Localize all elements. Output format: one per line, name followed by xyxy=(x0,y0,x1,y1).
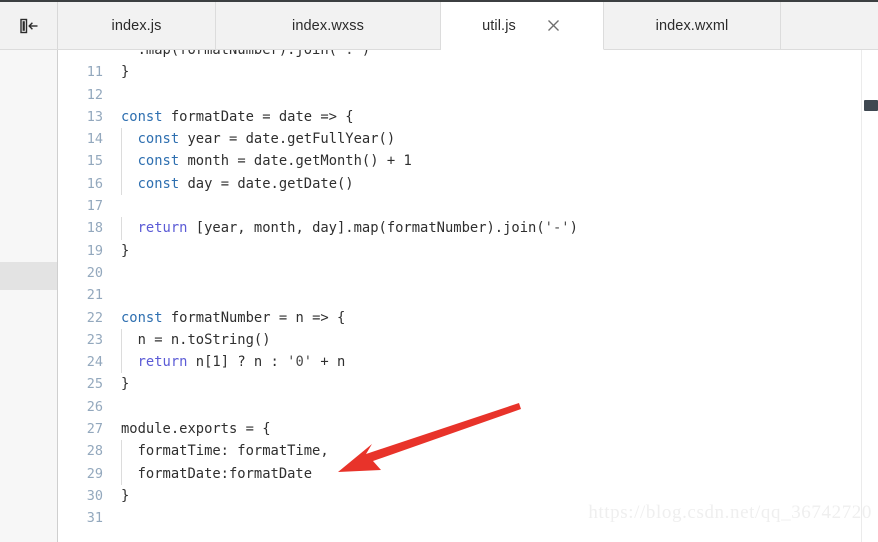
code-row: 25 } xyxy=(59,373,878,395)
code-row: 26 xyxy=(59,396,878,418)
tab-index-wxss[interactable]: index.wxss xyxy=(216,2,441,49)
code-row: 21 xyxy=(59,284,878,306)
line-number: 17 xyxy=(86,198,103,215)
sidebar-highlight-block xyxy=(0,262,57,290)
close-icon xyxy=(548,20,560,31)
code-lines: .map(formatNumber).join(':') 11 } 12 13 … xyxy=(59,50,878,530)
tab-index-js[interactable]: index.js xyxy=(58,2,216,49)
tab-bar-empty-space xyxy=(781,2,878,49)
code-row: 28 formatTime: formatTime, xyxy=(59,440,878,463)
line-number: 11 xyxy=(86,64,103,81)
tab-util-js[interactable]: util.js xyxy=(441,2,604,50)
tab-list: index.js index.wxss util.js index.wxml xyxy=(58,2,878,50)
line-number: 19 xyxy=(86,242,103,259)
code-editor-window: index.js index.wxss util.js index.wxml .… xyxy=(0,0,878,542)
line-number: 23 xyxy=(86,331,103,348)
line-content[interactable]: module.exports = { xyxy=(114,418,878,440)
code-row: 24 return n[1] ? n : '0' + n xyxy=(59,351,878,374)
code-row: 14 const year = date.getFullYear() xyxy=(59,128,878,151)
line-content[interactable]: formatDate:formatDate xyxy=(114,462,878,486)
line-content[interactable]: return n[1] ? n : '0' + n xyxy=(114,351,878,374)
tab-close-button[interactable] xyxy=(546,18,562,34)
tab-index-wxml[interactable]: index.wxml xyxy=(604,2,781,49)
line-number: 14 xyxy=(86,131,103,148)
line-number: 24 xyxy=(86,354,103,371)
line-content[interactable]: const formatNumber = n => { xyxy=(114,307,878,329)
vertical-scrollbar[interactable] xyxy=(861,50,878,542)
line-content[interactable]: } xyxy=(114,61,878,83)
code-row: 13 const formatDate = date => { xyxy=(59,106,878,128)
line-number: 30 xyxy=(86,487,103,504)
code-row: 29 formatDate:formatDate xyxy=(59,462,878,486)
watermark-text: https://blog.csdn.net/qq_36742720 xyxy=(588,502,872,523)
tab-label: index.js xyxy=(111,17,162,34)
code-editor-pane[interactable]: .map(formatNumber).join(':') 11 } 12 13 … xyxy=(59,50,878,542)
line-content[interactable]: const formatDate = date => { xyxy=(114,106,878,128)
code-row: 22 const formatNumber = n => { xyxy=(59,307,878,329)
line-number: 12 xyxy=(86,86,103,103)
line-number: 21 xyxy=(86,287,103,304)
line-content[interactable]: return [year, month, day].map(formatNumb… xyxy=(114,217,878,240)
code-row: 18 return [year, month, day].map(formatN… xyxy=(59,217,878,240)
line-number: 29 xyxy=(86,465,103,482)
line-content[interactable]: const day = date.getDate() xyxy=(114,172,878,196)
code-row: 11 } xyxy=(59,61,878,83)
tab-label: index.wxss xyxy=(292,17,364,34)
editor-tab-bar: index.js index.wxss util.js index.wxml xyxy=(0,2,878,50)
tab-label: index.wxml xyxy=(655,17,729,34)
tab-label: util.js xyxy=(482,17,516,34)
line-number: 28 xyxy=(86,443,103,460)
code-row: 17 xyxy=(59,195,878,217)
code-row: 15 const month = date.getMonth() + 1 xyxy=(59,150,878,174)
line-content[interactable]: const year = date.getFullYear() xyxy=(114,128,878,151)
line-number: 26 xyxy=(86,398,103,415)
line-content[interactable]: const month = date.getMonth() + 1 xyxy=(114,150,878,174)
line-number: 13 xyxy=(86,108,103,125)
line-number: 25 xyxy=(86,376,103,393)
vertical-scrollbar-thumb[interactable] xyxy=(864,100,878,111)
line-content[interactable]: formatTime: formatTime, xyxy=(114,440,878,463)
code-row: 27 module.exports = { xyxy=(59,418,878,440)
line-number: 27 xyxy=(86,421,103,438)
line-content[interactable]: } xyxy=(114,373,878,395)
toggle-sidebar-button[interactable] xyxy=(0,2,58,49)
line-number: 18 xyxy=(86,220,103,237)
line-content[interactable]: .map(formatNumber).join(':') xyxy=(114,50,878,61)
line-content[interactable]: n = n.toString() xyxy=(114,328,878,352)
line-number: 31 xyxy=(86,510,103,527)
code-row: 20 xyxy=(59,262,878,284)
code-row: 19 } xyxy=(59,240,878,262)
line-number: 20 xyxy=(86,264,103,281)
code-row: .map(formatNumber).join(':') xyxy=(59,50,878,61)
editor-left-gutter-strip xyxy=(0,50,58,542)
line-number: 16 xyxy=(86,175,103,192)
line-number: 22 xyxy=(86,309,103,326)
collapse-panel-left-icon xyxy=(19,18,37,33)
code-row: 12 xyxy=(59,84,878,106)
code-row: 23 n = n.toString() xyxy=(59,328,878,352)
line-content[interactable]: } xyxy=(114,240,878,262)
code-row: 16 const day = date.getDate() xyxy=(59,172,878,196)
line-number: 15 xyxy=(86,153,103,170)
